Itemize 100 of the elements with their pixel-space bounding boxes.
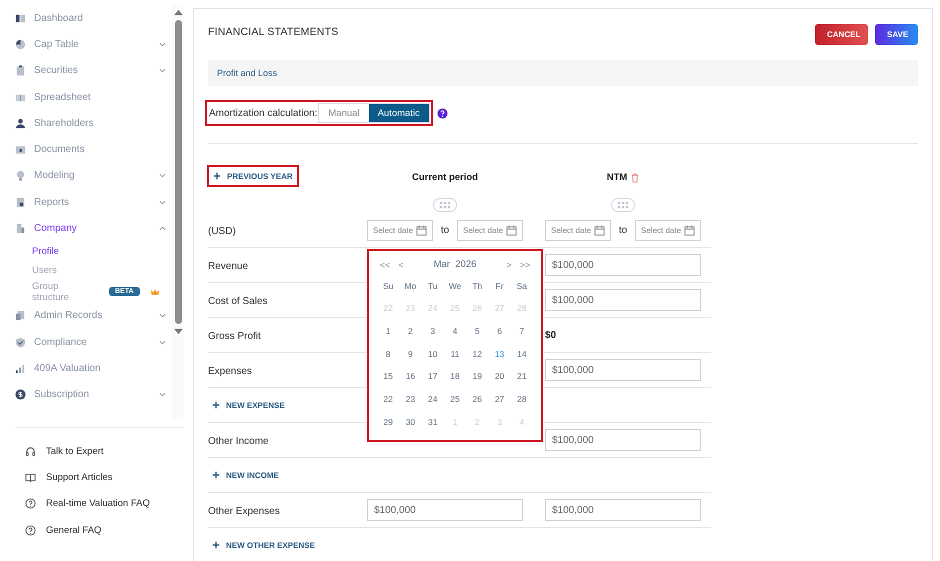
amount-field[interactable]: $100,000 — [545, 359, 701, 381]
scroll-down-icon[interactable] — [174, 328, 182, 335]
calendar-day[interactable]: 16 — [399, 365, 422, 388]
person-icon — [15, 118, 26, 129]
calendar-icon — [684, 224, 695, 236]
calendar-day[interactable]: 20 — [488, 365, 511, 388]
footer-link[interactable]: Talk to Expert — [15, 438, 184, 464]
footer-link[interactable]: General FAQ — [15, 517, 184, 544]
cancel-button[interactable]: CANCEL — [815, 24, 868, 44]
date-field[interactable]: Select date — [457, 220, 523, 240]
building-icon — [15, 223, 26, 234]
calendar-day[interactable]: 4 — [444, 320, 466, 343]
calendar-icon — [506, 224, 517, 236]
sidebar-item[interactable]: Admin Records — [15, 302, 172, 329]
calendar-day[interactable]: 24 — [422, 388, 444, 411]
calendar-day[interactable]: 7 — [510, 320, 533, 343]
add-row-button[interactable]: NEW OTHER EXPENSE — [208, 540, 315, 550]
previous-year-button[interactable]: PREVIOUS YEAR — [207, 165, 299, 187]
date-field[interactable]: Select date — [367, 220, 433, 240]
pie-chart-icon — [15, 38, 26, 50]
book-icon — [25, 472, 36, 484]
row-label: Expenses — [208, 366, 252, 377]
amount-field[interactable]: $100,000 — [367, 499, 523, 521]
next-month-arrow[interactable]: > — [501, 260, 517, 270]
save-button[interactable]: SAVE — [875, 24, 918, 44]
sidebar-item[interactable]: Reports — [15, 189, 172, 216]
bar-chart-icon — [15, 362, 26, 374]
scroll-up-icon[interactable] — [174, 9, 182, 16]
date-field[interactable]: Select date — [635, 220, 701, 240]
help-icon[interactable] — [436, 108, 448, 118]
sidebar-item[interactable]: 409A Valuation — [15, 355, 172, 382]
calendar-day[interactable]: 11 — [444, 342, 466, 366]
page-title: FINANCIAL STATEMENTS — [208, 26, 338, 38]
calendar-day[interactable]: 22 — [377, 388, 400, 411]
row-label: Revenue — [208, 261, 248, 272]
calendar-day[interactable]: 29 — [377, 410, 400, 434]
sidebar-item[interactable]: Securities — [15, 58, 172, 84]
previous-month-arrow[interactable]: < — [393, 260, 409, 270]
sidebar-item[interactable]: Cap Table — [15, 31, 172, 58]
calendar-day[interactable]: 31 — [422, 410, 444, 434]
scrollbar[interactable] — [172, 5, 184, 419]
calendar-day[interactable]: 14 — [510, 342, 533, 366]
calendar-day[interactable]: 25 — [444, 388, 466, 411]
sidebar-item[interactable]: Dashboard — [15, 5, 172, 32]
next-year-arrow[interactable]: >> — [517, 260, 533, 270]
documents-icon — [15, 310, 26, 322]
amount-field[interactable]: $100,000 — [545, 289, 701, 311]
amortization-label: Amortization calculation: — [209, 108, 318, 118]
trash-icon[interactable] — [631, 172, 640, 182]
weekday-label: Sa — [516, 280, 528, 292]
calendar-day[interactable]: 17 — [422, 365, 444, 388]
calendar-day[interactable]: 13 — [488, 342, 511, 366]
calendar-day[interactable]: 21 — [510, 365, 533, 388]
footer-link[interactable]: Real-time Valuation FAQ — [15, 490, 184, 518]
add-row-button[interactable]: NEW INCOME — [208, 470, 279, 480]
row-label: Other Expenses — [208, 506, 280, 517]
calendar-day[interactable]: 6 — [488, 320, 511, 343]
weekday-label: Fr — [494, 280, 505, 292]
calendar-day[interactable]: 27 — [488, 388, 511, 411]
sidebar-item[interactable]: Shareholders — [15, 110, 172, 136]
calendar-day[interactable]: 8 — [377, 342, 400, 366]
dashboard-icon — [15, 12, 26, 24]
period-title: NTM — [606, 172, 628, 183]
drag-handle-icon[interactable] — [433, 198, 457, 212]
drag-handle-icon[interactable] — [611, 198, 635, 212]
add-row-button[interactable]: NEW EXPENSE — [208, 400, 285, 410]
calendar-day[interactable]: 23 — [399, 388, 422, 411]
weekday-label: Su — [382, 280, 394, 292]
sidebar-subitem[interactable]: Profile — [15, 242, 172, 262]
calendar-day[interactable]: 18 — [444, 365, 466, 388]
sidebar-item[interactable]: Compliance — [15, 328, 172, 356]
sidebar-item[interactable]: Subscription — [15, 382, 172, 408]
calendar-day[interactable]: 12 — [466, 342, 488, 366]
sidebar-item[interactable]: Company — [15, 215, 172, 242]
amount-field[interactable]: $100,000 — [545, 499, 701, 521]
sidebar-item[interactable]: Documents — [15, 136, 172, 163]
date-field[interactable]: Select date — [545, 220, 611, 240]
amount-field[interactable]: $100,000 — [545, 429, 701, 451]
sidebar-item[interactable]: Modeling — [15, 162, 172, 190]
toggle-option[interactable]: Automatic — [368, 104, 429, 122]
document-icon — [15, 196, 26, 208]
calendar-day[interactable]: 5 — [466, 320, 488, 343]
calendar-day[interactable]: 15 — [377, 365, 400, 388]
plus-icon — [213, 172, 221, 180]
month-year-label[interactable]: Mar 2026 — [409, 259, 501, 270]
calendar-day[interactable]: 3 — [422, 320, 444, 343]
calendar-day[interactable]: 30 — [399, 410, 422, 434]
calendar-day[interactable]: 26 — [466, 388, 488, 411]
calendar-day[interactable]: 19 — [466, 365, 488, 388]
sidebar-item[interactable]: Spreadsheet — [15, 84, 172, 110]
calendar-day[interactable]: 9 — [399, 342, 422, 366]
calendar-icon — [416, 224, 427, 236]
headset-icon — [25, 446, 36, 457]
calendar-day[interactable]: 10 — [422, 342, 444, 366]
previous-year-arrow[interactable]: << — [377, 260, 393, 270]
calendar-day[interactable]: 2 — [399, 320, 422, 343]
amount-field[interactable]: $100,000 — [545, 254, 701, 276]
calendar-day[interactable]: 1 — [377, 320, 400, 343]
calendar-day[interactable]: 28 — [510, 388, 533, 411]
footer-link[interactable]: Support Articles — [15, 464, 184, 491]
